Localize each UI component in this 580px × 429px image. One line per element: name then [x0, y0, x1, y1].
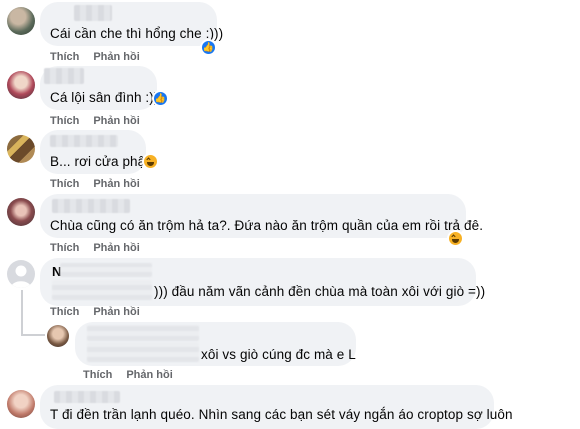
comment-bubble: B... rơi cửa phật: [40, 130, 150, 174]
blurred-text: [52, 280, 152, 300]
haha-icon[interactable]: [142, 153, 159, 170]
comment-text: T đi đền trần lạnh quéo. Nhìn sang các b…: [50, 407, 513, 422]
avatar[interactable]: [7, 71, 35, 99]
comment-text: xôi vs giò cúng đc mà e L: [201, 347, 356, 362]
comment-bubble: Chùa cũng có ăn trộm hả ta?. Đứa nào ăn …: [40, 194, 483, 238]
blurred-author-name: [44, 68, 84, 84]
reply-button[interactable]: Phản hồi: [93, 51, 139, 63]
comment-bubble: xôi vs giò cúng đc mà e L: [75, 322, 356, 366]
default-avatar[interactable]: [7, 260, 35, 288]
laughing-face-icon: [145, 156, 156, 167]
comment-text: B... rơi cửa phật: [50, 154, 150, 169]
avatar[interactable]: [7, 7, 35, 35]
reply-button[interactable]: Phản hồi: [93, 306, 139, 318]
comment-text: Cái cần che thì hổng che :))): [50, 26, 224, 41]
like-button[interactable]: Thích: [50, 178, 79, 190]
like-icon[interactable]: 👍: [200, 39, 217, 56]
blurred-author-name: [54, 391, 120, 403]
blurred-author-name: [52, 199, 130, 213]
comment-text: ))) đầu năm vãn cảnh đền chùa mà toàn xô…: [154, 284, 486, 299]
avatar[interactable]: [7, 198, 35, 226]
reply-button[interactable]: Phản hồi: [93, 178, 139, 190]
blurred-text: [87, 342, 199, 362]
avatar[interactable]: [7, 135, 35, 163]
like-button[interactable]: Thích: [50, 306, 79, 318]
avatar[interactable]: [7, 390, 35, 418]
comment-actions: Thích Phản hồi: [50, 306, 140, 318]
reply-thread-line: [21, 334, 45, 336]
blurred-author-name: [60, 263, 152, 277]
like-icon[interactable]: 👍: [152, 90, 169, 107]
like-button[interactable]: Thích: [83, 369, 112, 381]
comment-actions: Thích Phản hồi: [83, 369, 173, 381]
comment-bubble: T đi đền trần lạnh quéo. Nhìn sang các b…: [40, 385, 512, 429]
laughing-face-icon: [450, 233, 461, 244]
blurred-author-name: [87, 325, 199, 341]
comment-actions: Thích Phản hồi: [50, 115, 140, 127]
reply-button[interactable]: Phản hồi: [93, 115, 139, 127]
like-button[interactable]: Thích: [50, 51, 79, 63]
comment-bubble: N ))) đầu năm vãn cảnh đền chùa mà toàn …: [40, 258, 485, 306]
comment-text: Cá lội sân đình :)): [50, 90, 159, 105]
comment-text: Chùa cũng có ăn trộm hả ta?. Đứa nào ăn …: [50, 218, 484, 233]
comment-actions: Thích Phản hồi: [50, 51, 140, 63]
comment-bubble: Cái cần che thì hổng che :))): [40, 2, 223, 46]
reply-button[interactable]: Phản hồi: [126, 369, 172, 381]
haha-icon[interactable]: [447, 230, 464, 247]
reply-button[interactable]: Phản hồi: [93, 242, 139, 254]
comment-actions: Thích Phản hồi: [50, 242, 140, 254]
comment-bubble: Cá lội sân đình :)): [40, 66, 159, 110]
reply-thread-line: [21, 290, 23, 336]
like-button[interactable]: Thích: [50, 242, 79, 254]
comment-actions: Thích Phản hồi: [50, 178, 140, 190]
blurred-author-name: [50, 135, 118, 147]
like-button[interactable]: Thích: [50, 115, 79, 127]
avatar[interactable]: [47, 325, 69, 347]
blurred-author-name: [74, 5, 112, 21]
person-silhouette-icon: [11, 265, 31, 288]
